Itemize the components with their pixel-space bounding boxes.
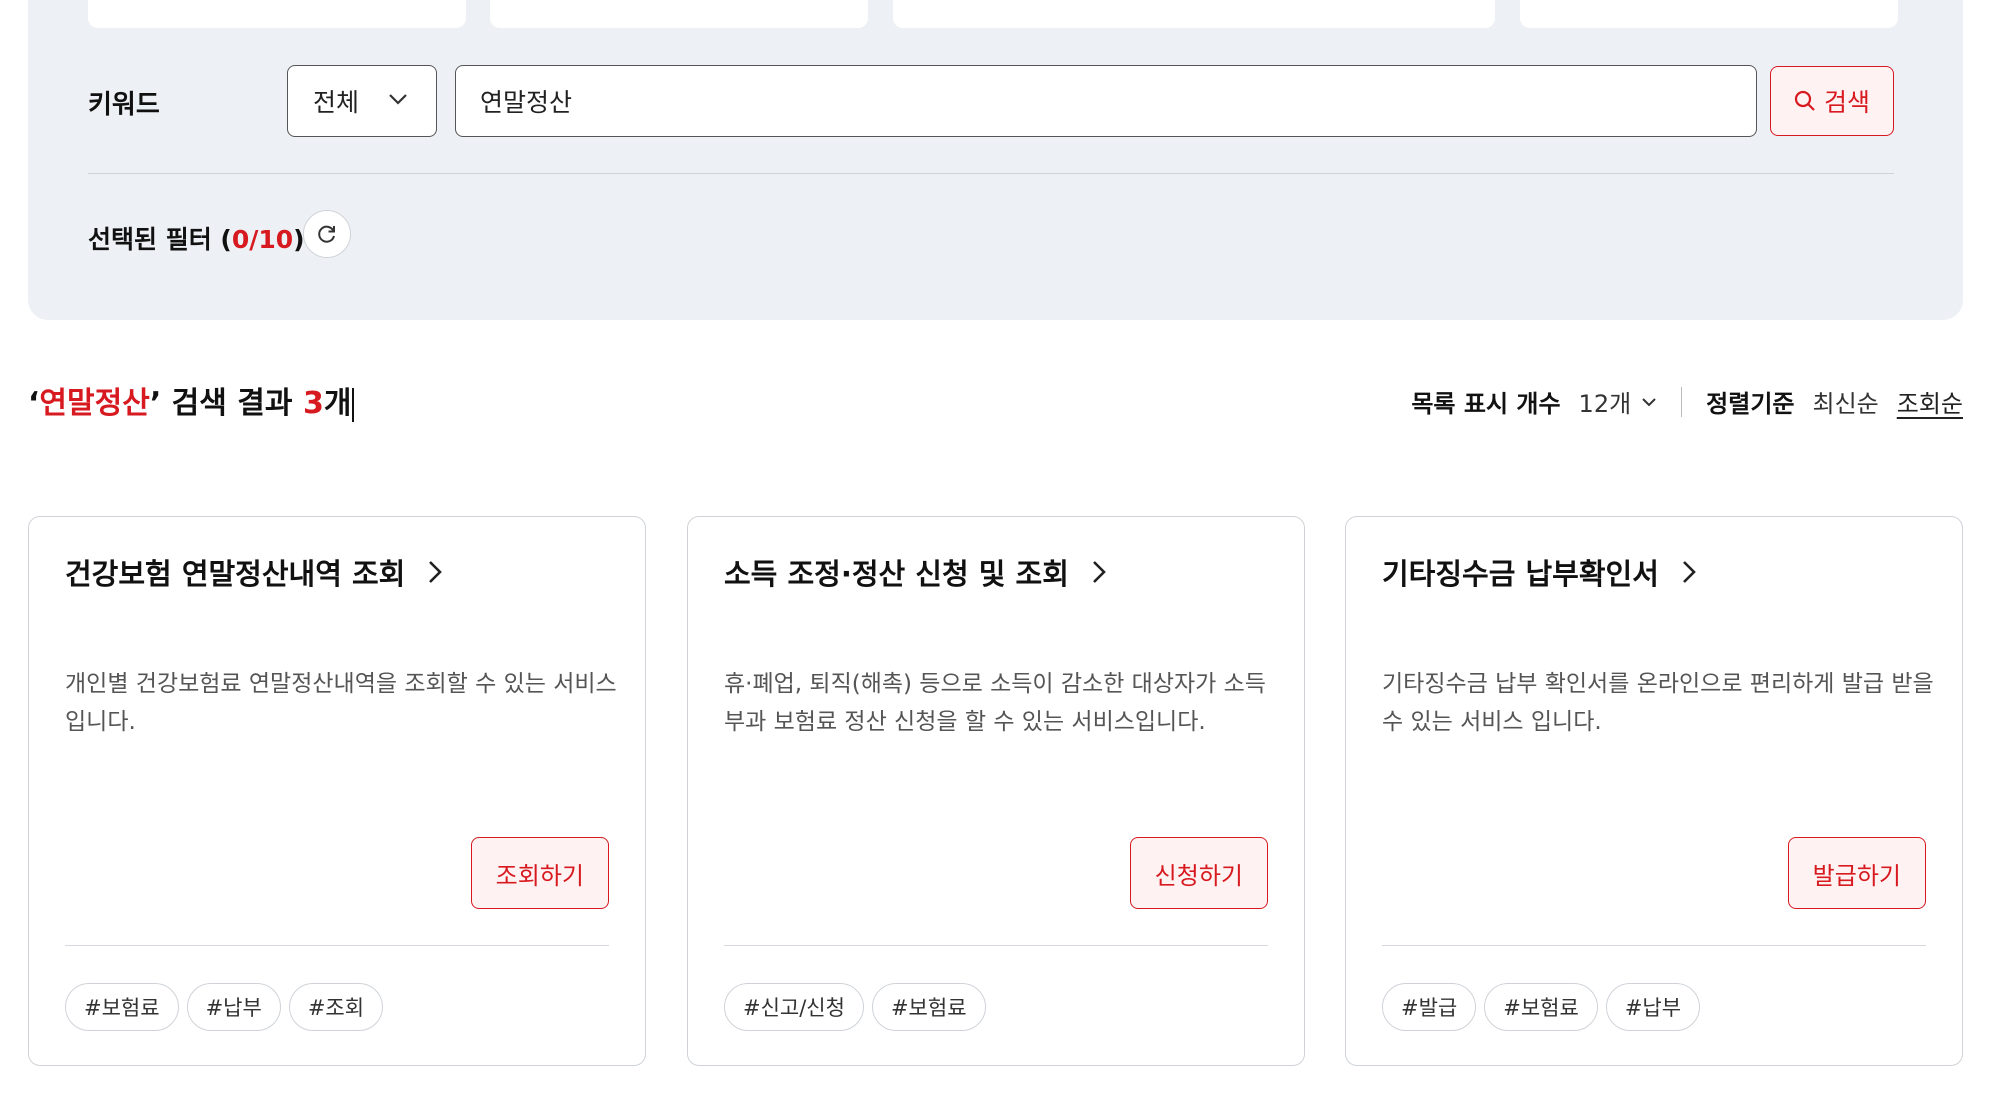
refresh-icon [318,225,335,243]
card-title-link[interactable]: 소득 조정·정산 신청 및 조회 [724,551,1107,593]
filter-option-box[interactable] [490,0,868,28]
service-card: 기타징수금 납부확인서 기타징수금 납부 확인서를 온라인으로 편리하게 발급 … [1345,516,1963,1066]
results-keyword: 연말정산 [39,386,150,421]
chevron-down-icon [389,94,407,105]
card-title-link[interactable]: 기타징수금 납부확인서 [1382,551,1697,593]
tag[interactable]: #납부 [186,983,281,1031]
sort-option-latest[interactable]: 최신순 [1813,384,1879,419]
filter-option-box[interactable] [1520,0,1898,28]
results-title: ‘연말정산’ 검색 결과 3개 [28,378,355,422]
card-title: 소득 조정·정산 신청 및 조회 [724,557,1069,591]
card-divider [1382,945,1926,946]
search-button-label: 검색 [1823,88,1870,117]
card-divider [724,945,1268,946]
issue-button[interactable]: 발급하기 [1787,837,1926,909]
selected-filter-count: 0/10 [231,225,294,254]
sort-option-views[interactable]: 조회순 [1897,384,1963,419]
reset-filter-button[interactable] [303,210,351,258]
tag-list: #신고/신청 #보험료 [724,983,986,1031]
card-description: 기타징수금 납부 확인서를 온라인으로 편리하게 발급 받을 수 있는 서비스 … [1382,671,1934,735]
scope-select-value: 전체 [313,88,360,117]
count-label: 목록 표시 개수 [1411,390,1561,418]
tag[interactable]: #납부 [1605,983,1701,1031]
filter-option-box[interactable] [88,0,466,28]
card-description: 휴·폐업, 퇴직(해촉) 등으로 소득이 감소한 대상자가 소득 부과 보험료 … [724,671,1266,735]
chevron-right-icon [429,561,443,583]
count-select-value: 12개 [1578,390,1632,418]
chevron-right-icon [1092,561,1106,583]
card-title-link[interactable]: 건강보험 연말정산내역 조회 [65,551,443,593]
tag[interactable]: #보험료 [871,983,986,1031]
text-caret [352,387,355,422]
service-card: 소득 조정·정산 신청 및 조회 휴·폐업, 퇴직(해촉) 등으로 소득이 감소… [687,516,1305,1066]
filter-panel [28,0,1963,320]
search-button[interactable]: 검색 [1770,66,1894,136]
chevron-down-icon [1642,397,1656,406]
tag[interactable]: #보험료 [65,983,179,1031]
divider [1681,386,1683,417]
apply-button[interactable]: 신청하기 [1129,837,1268,909]
card-description: 개인별 건강보험료 연말정산내역을 조회할 수 있는 서비스입니다. [65,671,617,735]
search-input[interactable] [455,65,1757,137]
selected-filter-label: 선택된 필터 (0/10) [88,225,305,254]
results-count: 3 [302,386,324,421]
tag[interactable]: #신고/신청 [724,983,864,1031]
count-select[interactable]: 12개 [1579,384,1658,419]
scope-select[interactable]: 전체 [287,65,437,137]
card-title: 건강보험 연말정산내역 조회 [65,557,406,591]
card-divider [65,945,609,946]
card-title: 기타징수금 납부확인서 [1382,557,1659,591]
panel-divider [88,173,1894,174]
sort-label: 정렬기준 [1706,390,1795,418]
list-controls: 목록 표시 개수 12개 정렬기준 최신순 조회순 [1411,384,1963,419]
keyword-label: 키워드 [88,90,160,120]
tag[interactable]: #발급 [1382,983,1477,1031]
inquiry-button[interactable]: 조회하기 [470,837,609,909]
tag-list: #발급 #보험료 #납부 [1382,983,1701,1031]
filter-option-box[interactable] [893,0,1495,28]
service-card: 건강보험 연말정산내역 조회 개인별 건강보험료 연말정산내역을 조회할 수 있… [28,516,646,1066]
tag[interactable]: #보험료 [1484,983,1598,1031]
search-icon [1794,90,1815,111]
chevron-right-icon [1682,561,1696,583]
tag[interactable]: #조회 [288,983,384,1031]
tag-list: #보험료 #납부 #조회 [65,983,384,1031]
